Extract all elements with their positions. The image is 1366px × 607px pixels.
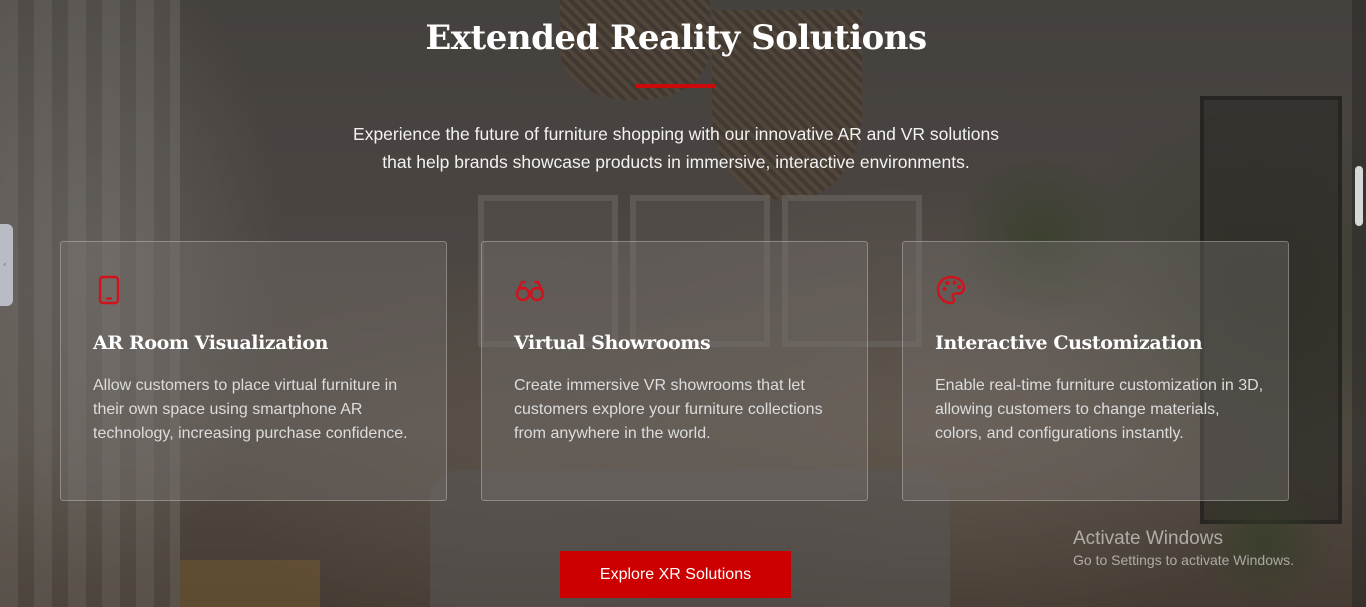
subtitle-line-1: Experience the future of furniture shopp… [353,124,999,144]
side-panel-handle[interactable]: ‹ [0,224,13,306]
card-title: Interactive Customization [935,332,1203,354]
watermark-subtitle: Go to Settings to activate Windows. [1073,552,1294,568]
card-interactive-customization: Interactive Customization Enable real-ti… [902,241,1289,501]
card-title: Virtual Showrooms [514,332,711,354]
watermark-title: Activate Windows [1073,528,1223,549]
xr-solutions-section: Extended Reality Solutions Experience th… [0,0,1366,607]
card-description: Enable real-time furniture customization… [935,377,1264,442]
title-underline [636,84,716,88]
card-ar-room-visualization: AR Room Visualization Allow customers to… [60,241,447,501]
activate-windows-watermark: Activate Windows Go to Settings to activ… [1073,528,1294,570]
vr-glasses-icon [514,274,546,306]
card-description: Create immersive VR showrooms that let c… [514,377,823,442]
card-title: AR Room Visualization [93,332,329,354]
scrollbar[interactable] [1352,0,1366,607]
section-subtitle: Experience the future of furniture shopp… [276,120,1076,176]
smartphone-icon [93,274,125,306]
subtitle-line-2: that help brands showcase products in im… [382,152,970,172]
card-virtual-showrooms: Virtual Showrooms Create immersive VR sh… [481,241,868,501]
section-title: Extended Reality Solutions [425,18,927,58]
scrollbar-thumb[interactable] [1355,166,1363,226]
chevron-left-icon: ‹ [3,260,7,270]
explore-xr-solutions-button[interactable]: Explore XR Solutions [560,551,791,598]
card-description: Allow customers to place virtual furnitu… [93,377,408,442]
palette-icon [935,274,967,306]
